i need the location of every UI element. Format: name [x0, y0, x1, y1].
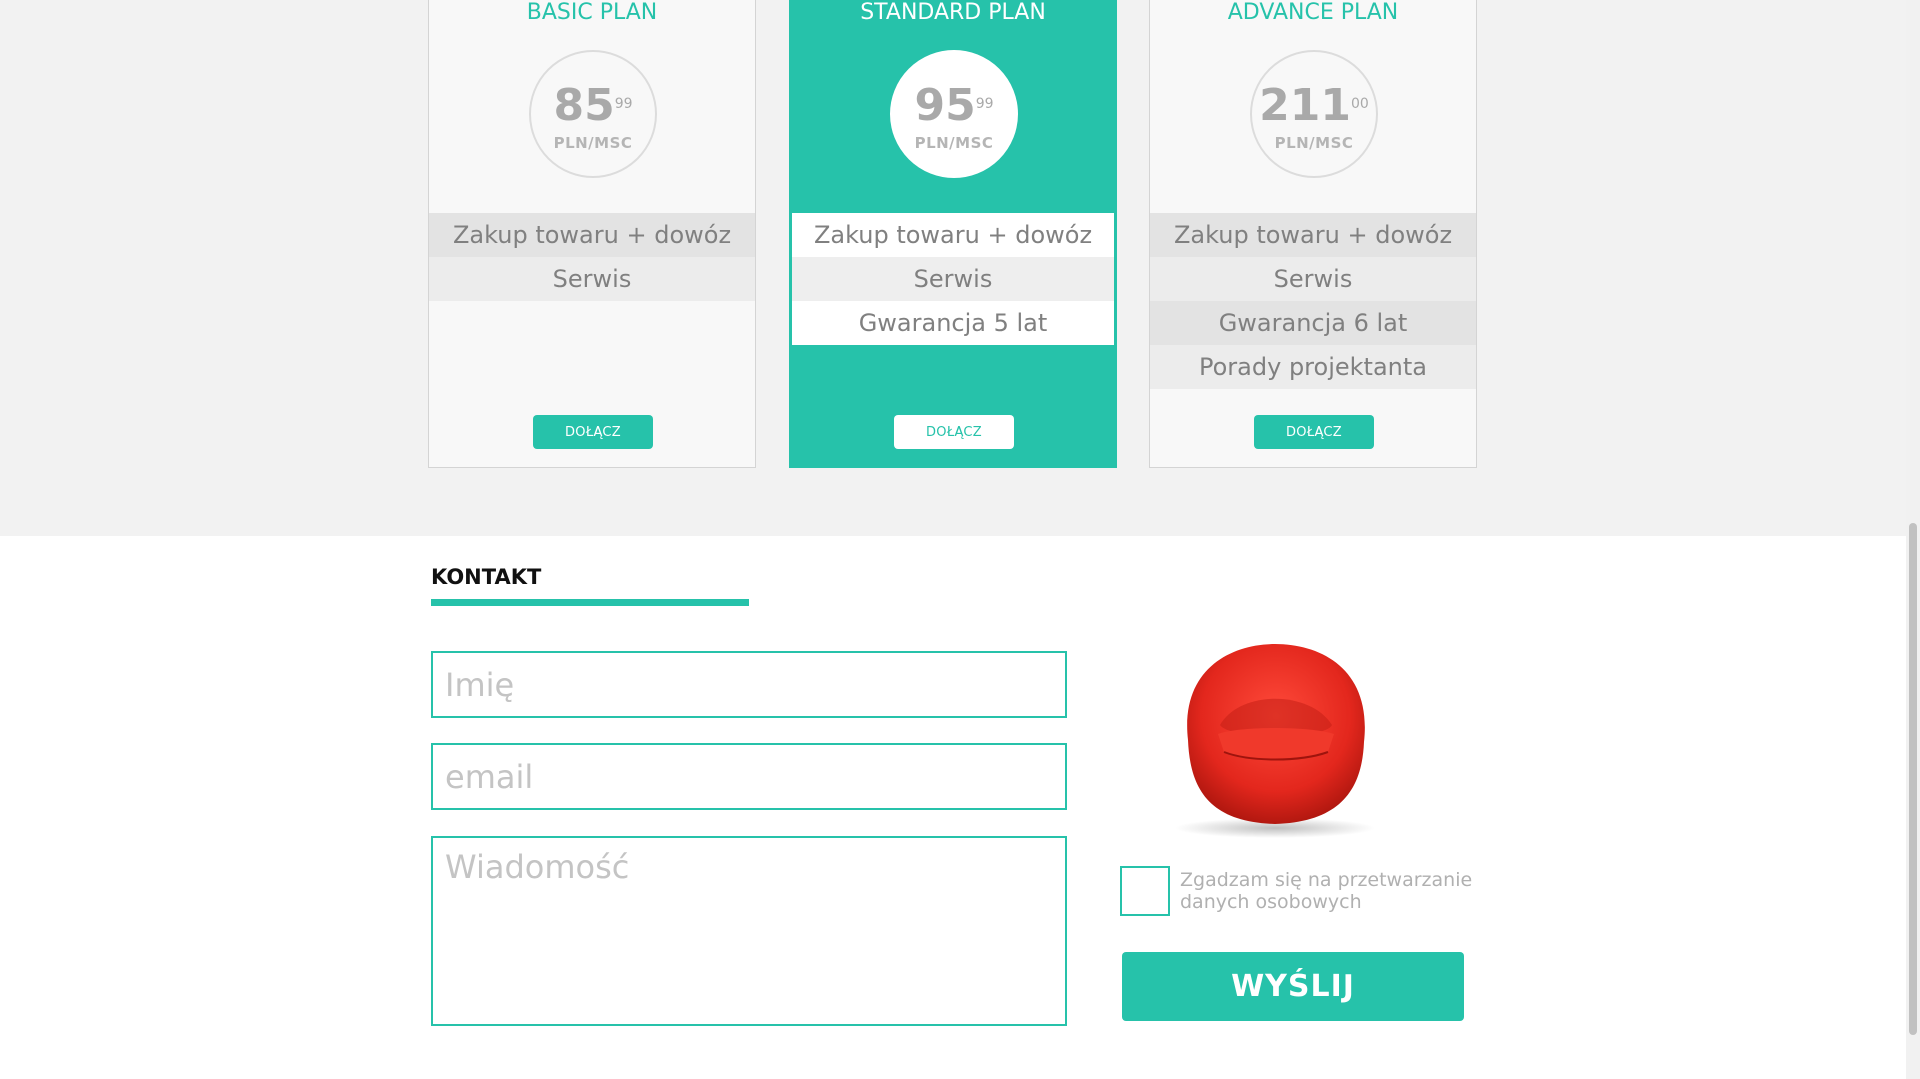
- price-unit: PLN/MSC: [914, 134, 994, 152]
- price-circle: 21100 PLN/MSC: [1250, 50, 1378, 178]
- plan-card-basic: BASIC PLAN 8599 PLN/MSC Zakup towaru + d…: [428, 0, 756, 468]
- feature-list: Zakup towaru + dowóz Serwis: [429, 213, 755, 301]
- red-armchair-image: [1175, 644, 1375, 838]
- feature-item: Gwarancja 6 lat: [1150, 301, 1476, 345]
- feature-list: Zakup towaru + dowóz Serwis Gwarancja 6 …: [1150, 213, 1476, 389]
- consent-label: Zgadzam się na przetwarzanie danych osob…: [1180, 869, 1473, 913]
- plan-card-advance: ADVANCE PLAN 21100 PLN/MSC Zakup towaru …: [1149, 0, 1477, 468]
- price-unit: PLN/MSC: [553, 134, 633, 152]
- price-circle: 9599 PLN/MSC: [890, 50, 1018, 178]
- feature-item: Porady projektanta: [1150, 345, 1476, 389]
- plan-card-standard: STANDARD PLAN 9599 PLN/MSC Zakup towaru …: [789, 0, 1117, 468]
- price-unit: PLN/MSC: [1274, 134, 1354, 152]
- feature-list: Zakup towaru + dowóz Serwis Gwarancja 5 …: [792, 213, 1114, 345]
- send-button[interactable]: WYŚLIJ: [1122, 952, 1464, 1021]
- price-value: 8599: [553, 80, 633, 131]
- price-cents: 00: [1351, 96, 1369, 112]
- price-value: 9599: [914, 80, 994, 131]
- feature-item: Serwis: [429, 257, 755, 301]
- section-underline: [431, 599, 749, 606]
- message-field[interactable]: [431, 836, 1067, 1026]
- feature-item: Gwarancja 5 lat: [792, 301, 1114, 345]
- join-button-advance[interactable]: DOŁĄCZ: [1254, 415, 1374, 449]
- feature-item: Zakup towaru + dowóz: [429, 213, 755, 257]
- feature-item: Serwis: [792, 257, 1114, 301]
- plan-title: ADVANCE PLAN: [1227, 0, 1399, 25]
- price-cents: 99: [975, 96, 994, 112]
- price-cents: 99: [614, 96, 633, 112]
- pricing-section: BASIC PLAN 8599 PLN/MSC Zakup towaru + d…: [0, 0, 1906, 536]
- plan-title: BASIC PLAN: [526, 0, 658, 25]
- join-button-standard[interactable]: DOŁĄCZ: [894, 415, 1014, 449]
- consent-checkbox[interactable]: [1120, 866, 1170, 916]
- price-value: 21100: [1259, 80, 1369, 131]
- join-button-basic[interactable]: DOŁĄCZ: [533, 415, 653, 449]
- feature-item: Zakup towaru + dowóz: [1150, 213, 1476, 257]
- scrollbar-thumb[interactable]: [1909, 523, 1917, 1035]
- feature-item: Serwis: [1150, 257, 1476, 301]
- feature-item: Zakup towaru + dowóz: [792, 213, 1114, 257]
- price-circle: 8599 PLN/MSC: [529, 50, 657, 178]
- plan-title: STANDARD PLAN: [860, 0, 1046, 25]
- section-title: KONTAKT: [431, 565, 542, 589]
- page-scrollbar[interactable]: [1906, 0, 1920, 1079]
- email-field[interactable]: [431, 743, 1067, 810]
- name-field[interactable]: [431, 651, 1067, 718]
